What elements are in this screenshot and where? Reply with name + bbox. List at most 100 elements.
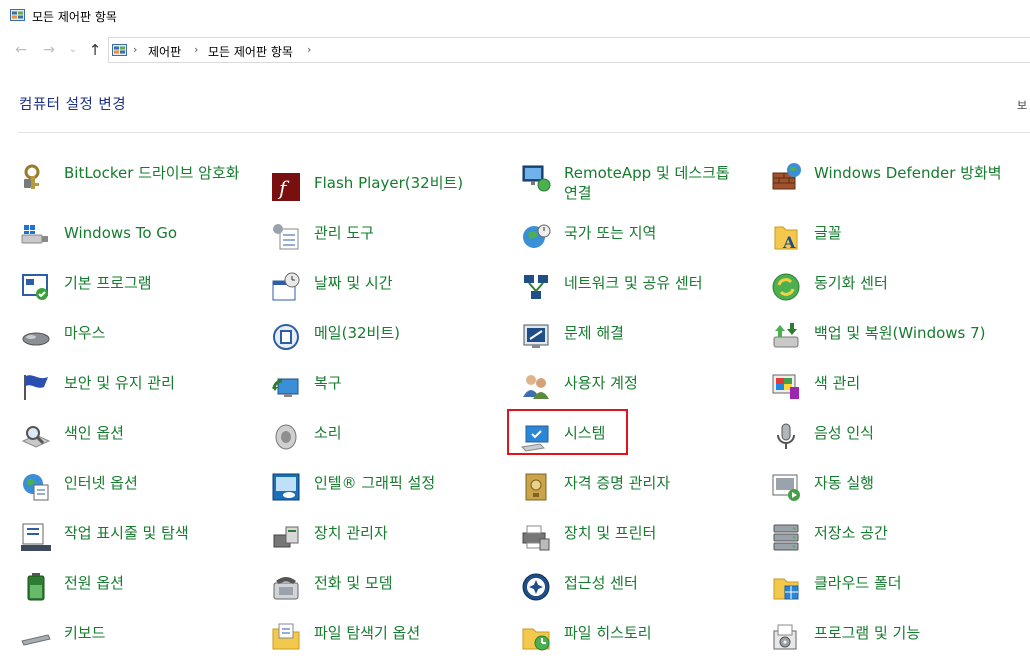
item-autoplay[interactable]: 자동 실행: [770, 473, 1010, 503]
item-label[interactable]: 복구: [314, 373, 342, 393]
item-label[interactable]: 사용자 계정: [564, 373, 638, 393]
breadcrumb-separator[interactable]: ›: [307, 43, 311, 56]
flash-icon: f: [272, 173, 300, 201]
item-label[interactable]: 메일(32비트): [314, 323, 400, 343]
item-label[interactable]: 장치 및 프린터: [564, 523, 656, 543]
item-indexing-options[interactable]: 색인 옵션: [20, 423, 260, 453]
item-bitlocker[interactable]: BitLocker 드라이브 암호화: [20, 163, 260, 193]
item-label[interactable]: 글꼴: [814, 223, 842, 243]
item-credential-manager[interactable]: 자격 증명 관리자: [520, 473, 760, 503]
item-recovery[interactable]: 복구: [270, 373, 510, 403]
item-default-programs[interactable]: 기본 프로그램: [20, 273, 260, 303]
item-firewall[interactable]: Windows Defender 방화벽: [770, 163, 1010, 193]
item-label[interactable]: BitLocker 드라이브 암호화: [64, 163, 240, 183]
item-speech-recognition[interactable]: 음성 인식: [770, 423, 1010, 453]
item-admin-tools[interactable]: 관리 도구: [270, 223, 510, 253]
recent-locations-button[interactable]: ⌄: [64, 41, 82, 59]
item-cloud-folders[interactable]: 클라우드 폴더: [770, 573, 1010, 603]
item-label[interactable]: 키보드: [64, 623, 105, 643]
battery-icon: [27, 573, 45, 601]
item-keyboard[interactable]: 키보드: [20, 623, 260, 653]
item-label[interactable]: 저장소 공간: [814, 523, 888, 543]
address-bar[interactable]: › 제어판 › 모든 제어판 항목 ›: [108, 37, 1030, 63]
back-button[interactable]: ←: [12, 41, 30, 59]
forward-button[interactable]: →: [40, 41, 58, 59]
breadcrumb-control-panel[interactable]: 제어판: [148, 43, 181, 60]
item-remoteapp[interactable]: RemoteApp 및 데스크톱 연결: [520, 163, 760, 203]
admin-tools-icon: [273, 224, 299, 250]
item-label[interactable]: 날짜 및 시간: [314, 273, 393, 293]
item-label[interactable]: Windows To Go: [64, 223, 177, 243]
item-label[interactable]: 전원 옵션: [64, 573, 124, 593]
item-storage-spaces[interactable]: 저장소 공간: [770, 523, 1010, 553]
ease-of-access-icon: [522, 573, 550, 601]
item-security-maintenance[interactable]: 보안 및 유지 관리: [20, 373, 260, 403]
item-label[interactable]: Flash Player(32비트): [314, 173, 463, 193]
item-color-management[interactable]: 색 관리: [770, 373, 1010, 403]
item-label[interactable]: 기본 프로그램: [64, 273, 152, 293]
item-label[interactable]: 작업 표시줄 및 탐색: [64, 523, 189, 543]
item-label[interactable]: 장치 관리자: [314, 523, 388, 543]
item-phone-modem[interactable]: 전화 및 모뎀: [270, 573, 510, 603]
item-label[interactable]: 인터넷 옵션: [64, 473, 138, 493]
item-devices-printers[interactable]: 장치 및 프린터: [520, 523, 760, 553]
item-label[interactable]: 파일 히스토리: [564, 623, 652, 643]
item-user-accounts[interactable]: 사용자 계정: [520, 373, 760, 403]
item-fonts[interactable]: A 글꼴: [770, 223, 1010, 253]
font-folder-icon: A: [774, 226, 798, 252]
svg-text:A: A: [782, 233, 796, 252]
item-label[interactable]: 파일 탐색기 옵션: [314, 623, 420, 643]
item-label[interactable]: 동기화 센터: [814, 273, 888, 293]
sync-icon: [772, 273, 800, 301]
intel-graphics-icon: [272, 473, 300, 501]
item-file-history[interactable]: 파일 히스토리: [520, 623, 760, 653]
item-mouse[interactable]: 마우스: [20, 323, 260, 353]
item-region[interactable]: 국가 또는 지역: [520, 223, 760, 253]
item-label[interactable]: 네트워크 및 공유 센터: [564, 273, 703, 293]
item-label[interactable]: 프로그램 및 기능: [814, 623, 920, 643]
item-label[interactable]: 국가 또는 지역: [564, 223, 656, 243]
item-label[interactable]: 음성 인식: [814, 423, 874, 443]
item-label[interactable]: 자격 증명 관리자: [564, 473, 670, 493]
item-label[interactable]: 접근성 센터: [564, 573, 638, 593]
item-label[interactable]: 백업 및 복원(Windows 7): [814, 323, 986, 343]
item-label[interactable]: RemoteApp 및 데스크톱 연결: [564, 163, 760, 203]
keyboard-icon: [21, 634, 51, 646]
breadcrumb-all-items[interactable]: 모든 제어판 항목: [208, 43, 293, 60]
item-label[interactable]: 마우스: [64, 323, 105, 343]
up-button[interactable]: ↑: [86, 41, 104, 59]
item-label[interactable]: 보안 및 유지 관리: [64, 373, 175, 393]
item-backup-restore[interactable]: 백업 및 복원(Windows 7): [770, 323, 1010, 353]
item-taskbar-navigation[interactable]: 작업 표시줄 및 탐색: [20, 523, 260, 553]
item-mail[interactable]: 메일(32비트): [270, 323, 510, 353]
item-label[interactable]: Windows Defender 방화벽: [814, 163, 1002, 183]
item-device-manager[interactable]: 장치 관리자: [270, 523, 510, 553]
item-flash-player[interactable]: f Flash Player(32비트): [270, 173, 510, 203]
item-label[interactable]: 색인 옵션: [64, 423, 124, 443]
item-sound[interactable]: 소리: [270, 423, 510, 453]
item-intel-graphics[interactable]: 인텔® 그래픽 설정: [270, 473, 510, 503]
item-label[interactable]: 전화 및 모뎀: [314, 573, 393, 593]
item-sync-center[interactable]: 동기화 센터: [770, 273, 1010, 303]
breadcrumb-separator[interactable]: ›: [194, 43, 198, 56]
item-programs-features[interactable]: 프로그램 및 기능: [770, 623, 1010, 653]
item-troubleshooting[interactable]: 문제 해결: [520, 323, 760, 353]
item-date-time[interactable]: 날짜 및 시간: [270, 272, 510, 303]
item-label[interactable]: 소리: [314, 423, 342, 443]
item-folder-options[interactable]: 파일 탐색기 옵션: [270, 623, 510, 653]
item-ease-of-access[interactable]: 접근성 센터: [520, 573, 760, 603]
remote-desktop-icon: [522, 165, 551, 192]
item-windows-to-go[interactable]: Windows To Go: [20, 223, 260, 253]
item-label[interactable]: 색 관리: [814, 373, 860, 393]
device-manager-icon: [273, 526, 299, 548]
divider: [18, 132, 1030, 133]
item-label[interactable]: 인텔® 그래픽 설정: [314, 473, 435, 493]
item-network-sharing[interactable]: 네트워크 및 공유 센터: [520, 273, 760, 303]
item-label[interactable]: 문제 해결: [564, 323, 624, 343]
item-label[interactable]: 관리 도구: [314, 223, 374, 243]
item-internet-options[interactable]: 인터넷 옵션: [20, 473, 260, 503]
breadcrumb-separator[interactable]: ›: [133, 43, 137, 56]
item-power-options[interactable]: 전원 옵션: [20, 573, 260, 603]
item-label[interactable]: 클라우드 폴더: [814, 573, 902, 593]
item-label[interactable]: 자동 실행: [814, 473, 874, 493]
